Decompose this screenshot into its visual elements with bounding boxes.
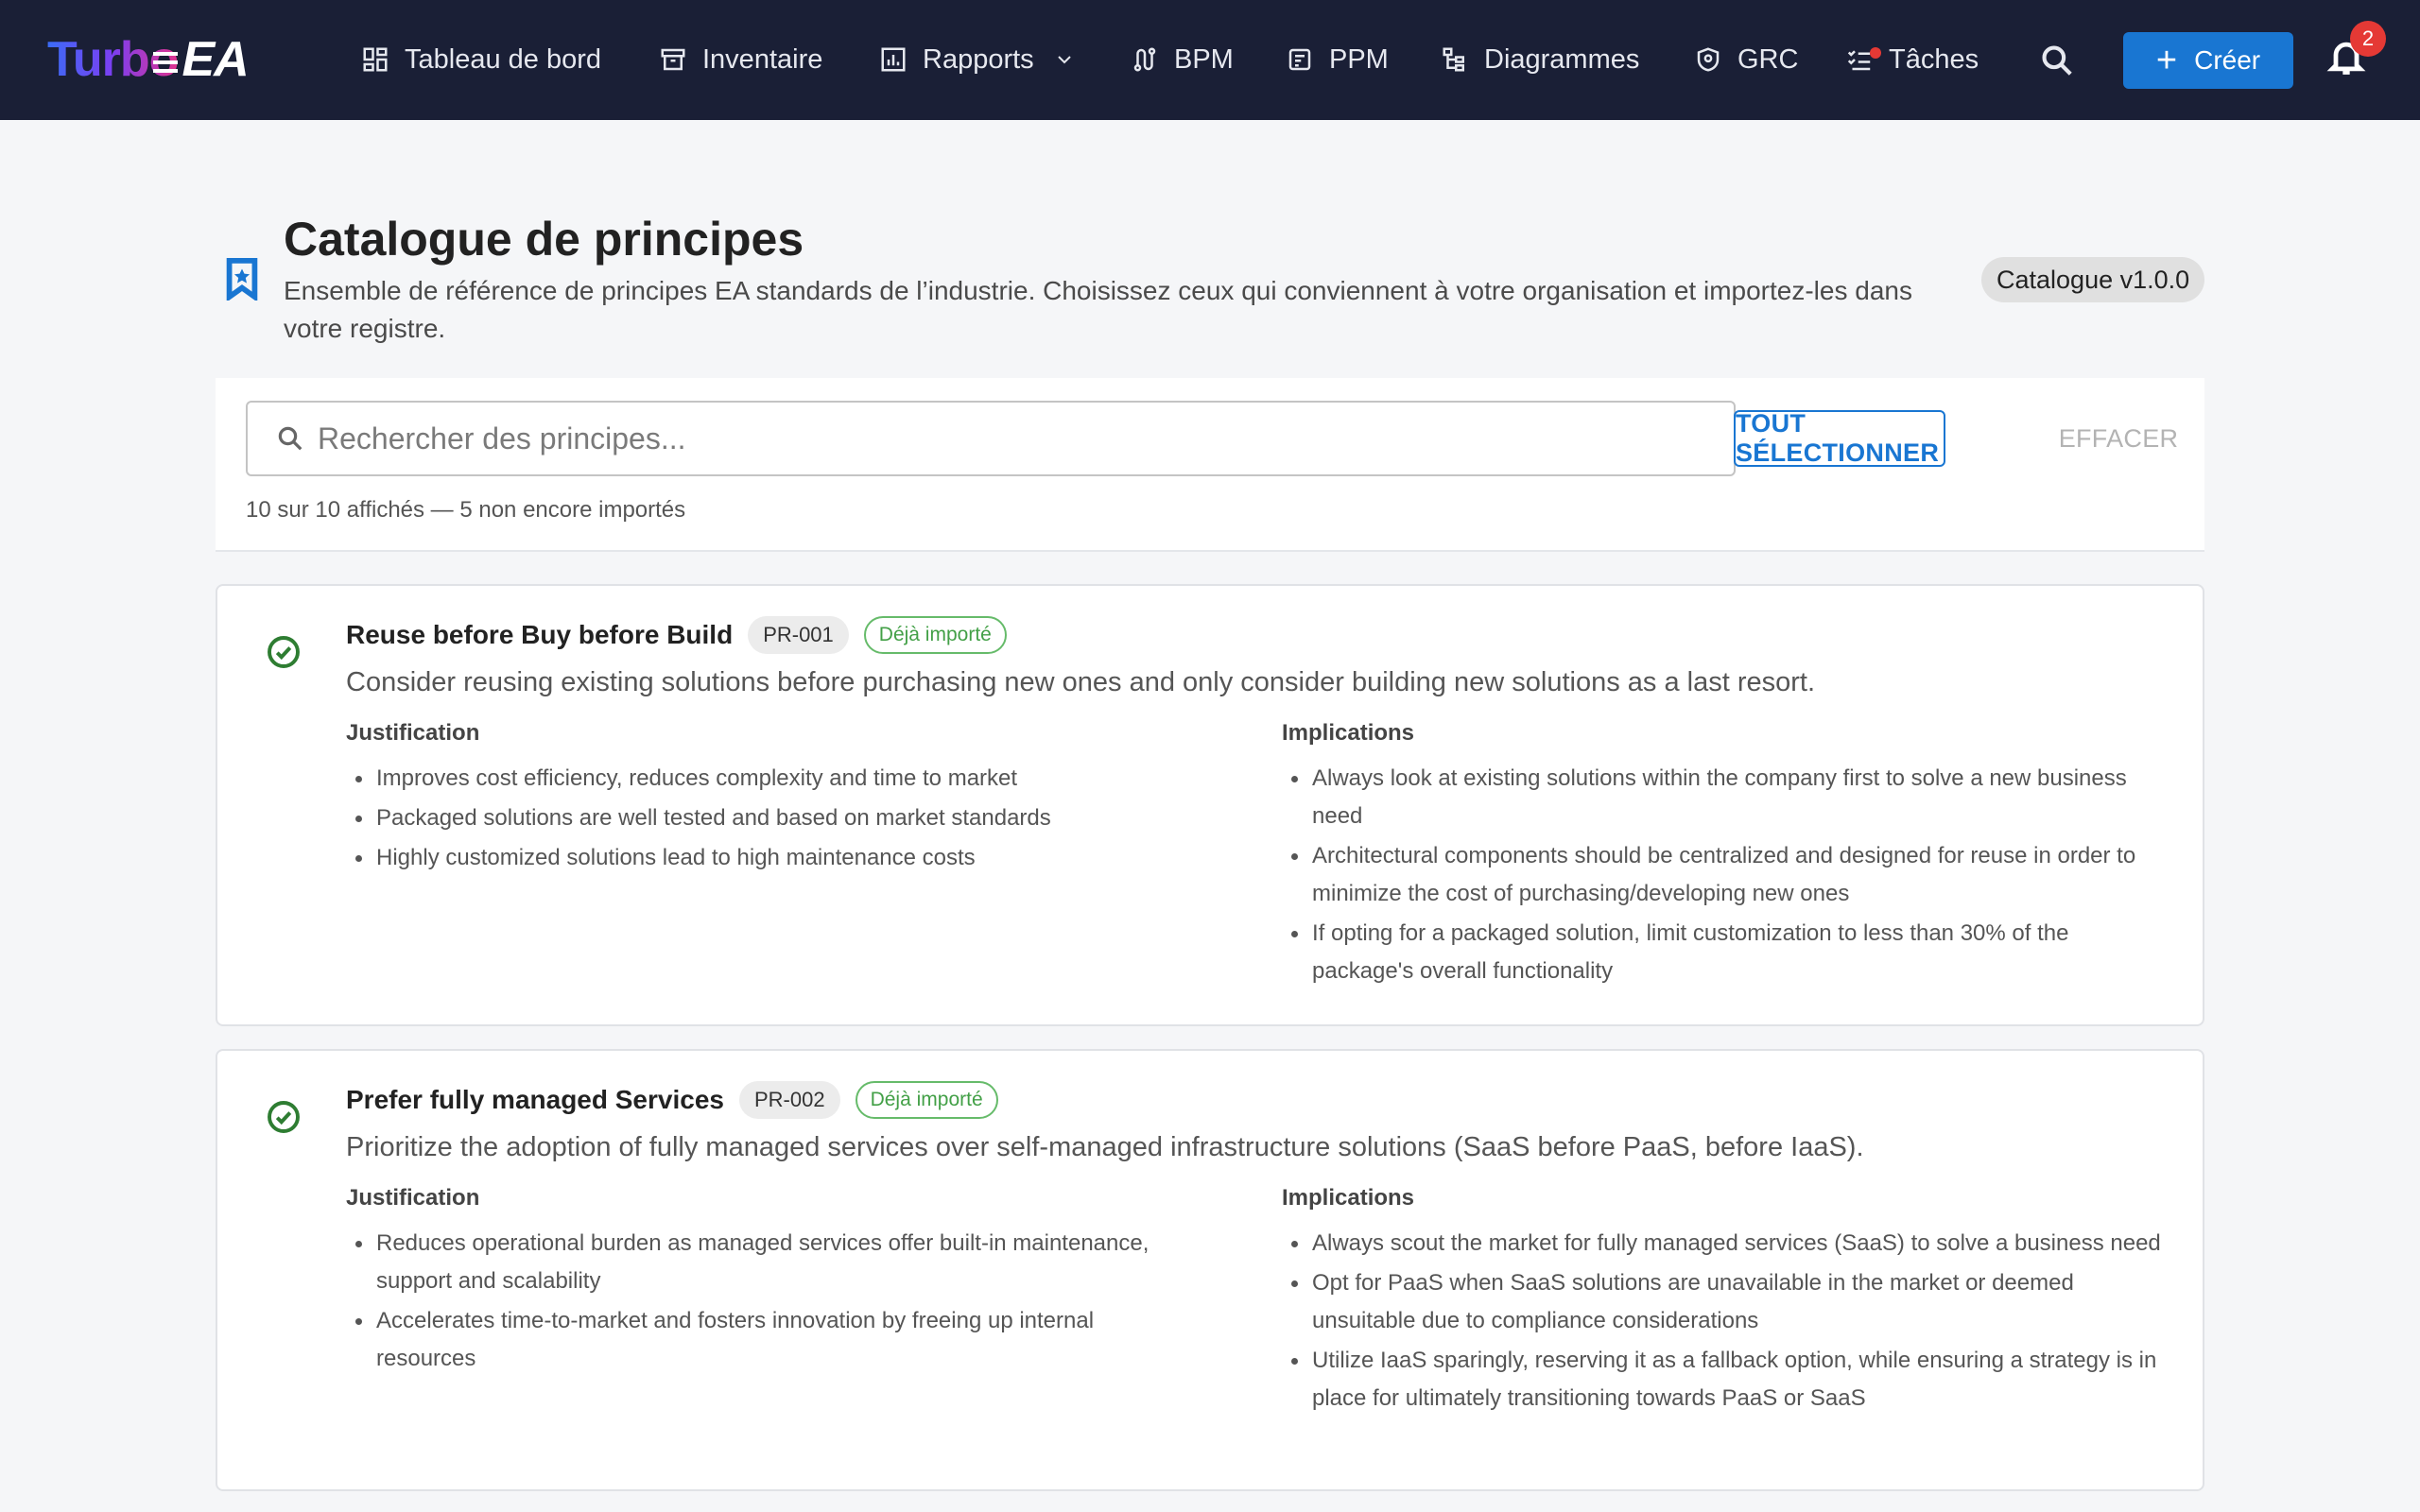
principle-card-header: Prefer fully managed Services PR-002 Déj… (346, 1079, 998, 1121)
search-panel: TOUT SÉLECTIONNER EFFACER 10 sur 10 affi… (216, 378, 2204, 552)
justification-item: Improves cost efficiency, reduces comple… (346, 760, 1197, 798)
clear-selection-button: EFFACER (2058, 423, 2179, 453)
already-imported-badge: Déjà importé (855, 1081, 998, 1119)
create-button-label: Créer (2194, 45, 2261, 75)
logo-text-turbo: Turbo (47, 32, 179, 87)
nav-item-reports[interactable]: Rapports (879, 34, 1076, 85)
implication-item: Utilize IaaS sparingly, reserving it as … (1282, 1342, 2161, 1418)
implications-heading: Implications (1282, 720, 1415, 746)
principle-title: Prefer fully managed Services (346, 1085, 724, 1114)
bookmark-star-icon (223, 257, 261, 302)
nav-item-ppm[interactable]: PPM (1286, 34, 1389, 85)
implication-item: Always look at existing solutions within… (1282, 760, 2161, 835)
archive-icon (661, 48, 685, 71)
nav-item-dashboard[interactable]: Tableau de bord (361, 34, 601, 85)
plus-icon: + (2155, 41, 2178, 80)
principle-code-chip: PR-002 (738, 1081, 840, 1119)
tasks-notification-dot (1870, 47, 1881, 59)
nav-label-reports: Rapports (923, 43, 1034, 75)
implication-item: Opt for PaaS when SaaS solutions are una… (1282, 1264, 2161, 1340)
hierarchy-icon (1443, 47, 1464, 72)
justification-list: Improves cost efficiency, reduces comple… (346, 760, 1197, 879)
nav-item-inventory[interactable]: Inventaire (659, 34, 822, 85)
checklist-icon (1847, 50, 1871, 71)
notification-count-badge: 2 (2350, 21, 2386, 57)
justification-item: Highly customized solutions lead to high… (346, 839, 1197, 877)
nav-item-diagrams[interactable]: Diagrammes (1441, 34, 1639, 85)
search-icon (2042, 45, 2072, 76)
implication-item: Architectural components should be centr… (1282, 837, 2161, 913)
justification-heading: Justification (346, 1185, 480, 1211)
principle-title: Reuse before Buy before Build (346, 620, 734, 649)
imported-check-icon (267, 635, 301, 669)
implication-item: Always scout the market for fully manage… (1282, 1225, 2161, 1263)
global-search-button[interactable] (2036, 40, 2078, 81)
route-icon (1133, 47, 1156, 72)
tasks-icon-wrapper (1845, 45, 1881, 74)
justification-item: Reduces operational burden as managed se… (346, 1225, 1197, 1300)
justification-item: Accelerates time-to-market and fosters i… (346, 1302, 1197, 1378)
nav-label-dashboard: Tableau de bord (405, 43, 601, 75)
bar-chart-icon (881, 47, 906, 72)
imported-check-icon (267, 1100, 301, 1134)
principle-description: Consider reusing existing solutions befo… (346, 667, 1816, 697)
implications-list: Always scout the market for fully manage… (1282, 1225, 2161, 1419)
nav-label-grc: GRC (1737, 43, 1799, 75)
results-counter: 10 sur 10 affichés — 5 non encore import… (246, 497, 686, 523)
page-title: Catalogue de principes (284, 213, 804, 266)
top-navigation-bar: Turbo EA Tableau de bord Inventaire Rapp… (0, 0, 2420, 120)
principle-card-header: Reuse before Buy before Build PR-001 Déj… (346, 614, 1007, 656)
implication-item: If opting for a packaged solution, limit… (1282, 915, 2161, 990)
create-button[interactable]: + Créer (2123, 32, 2293, 89)
turbo-ea-logo[interactable]: Turbo EA (47, 28, 250, 91)
nav-label-ppm: PPM (1329, 43, 1389, 75)
principle-search-input[interactable] (318, 403, 1717, 474)
dashboard-icon (363, 47, 388, 72)
principle-code-chip: PR-001 (748, 616, 849, 654)
search-icon (278, 426, 302, 451)
nav-item-bpm[interactable]: BPM (1131, 34, 1234, 85)
nav-label-tasks: Tâches (1889, 43, 1979, 75)
shield-icon (1697, 47, 1720, 72)
nav-label-diagrams: Diagrammes (1484, 43, 1640, 75)
logo-text-ea: EA (153, 32, 250, 87)
principle-card[interactable]: Reuse before Buy before Build PR-001 Déj… (216, 584, 2204, 1026)
implications-list: Always look at existing solutions within… (1282, 760, 2161, 992)
nav-label-inventory: Inventaire (702, 43, 823, 75)
catalogue-version-chip: Catalogue v1.0.0 (1981, 257, 2205, 302)
justification-item: Packaged solutions are well tested and b… (346, 799, 1197, 837)
implications-heading: Implications (1282, 1185, 1415, 1211)
already-imported-badge: Déjà importé (863, 616, 1007, 654)
nav-item-tasks[interactable]: Tâches (1845, 34, 1979, 85)
nav-label-bpm: BPM (1174, 43, 1234, 75)
principle-card[interactable]: Prefer fully managed Services PR-002 Déj… (216, 1049, 2204, 1491)
select-all-button[interactable]: TOUT SÉLECTIONNER (1734, 409, 1945, 467)
project-icon (1288, 48, 1311, 71)
nav-item-grc[interactable]: GRC (1694, 34, 1798, 85)
justification-heading: Justification (346, 720, 480, 746)
chevron-down-icon (1057, 56, 1071, 64)
principle-description: Prioritize the adoption of fully managed… (346, 1132, 1864, 1162)
justification-list: Reduces operational burden as managed se… (346, 1225, 1197, 1380)
principle-search-field[interactable] (246, 401, 1736, 476)
page-subtitle: Ensemble de référence de principes EA st… (284, 276, 1912, 343)
